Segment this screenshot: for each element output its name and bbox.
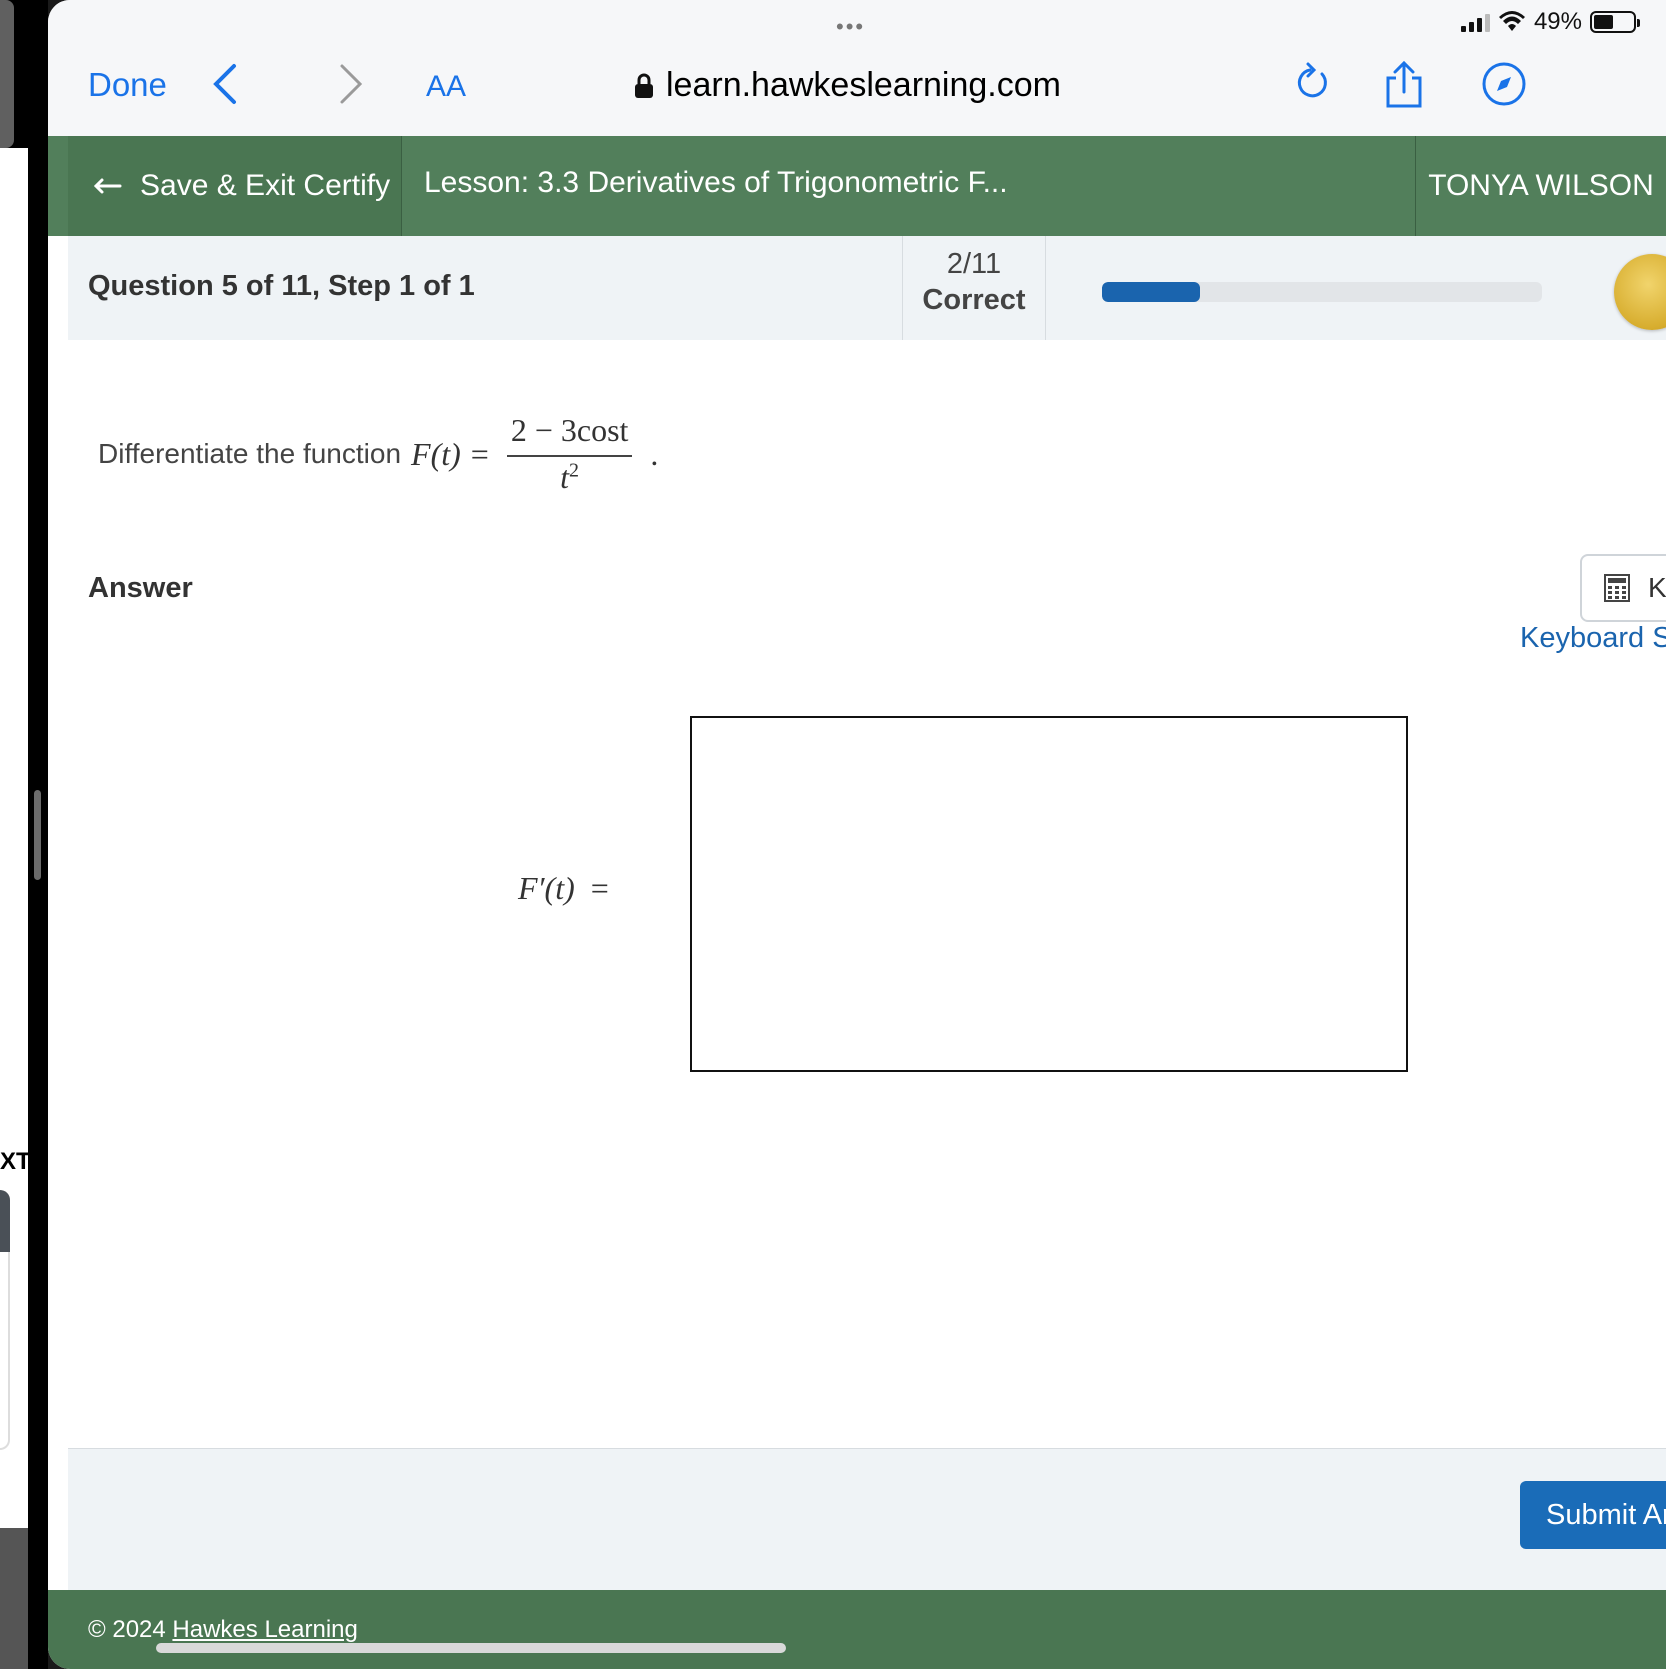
lock-icon <box>635 73 653 98</box>
left-pane-card-header <box>0 1190 10 1252</box>
url-text: learn.hawkeslearning.com <box>666 66 1061 104</box>
safari-window: ••• 49% Done AA learn.hawkeslearning.com… <box>48 0 1666 1669</box>
course-header: Save & Exit Certify Lesson: 3.3 Derivati… <box>48 136 1666 236</box>
answer-lhs-text: F′(t) <box>518 870 575 906</box>
compass-icon[interactable] <box>1480 60 1528 113</box>
question-title: Question 5 of 11, Step 1 of 1 <box>88 270 475 302</box>
question-header: Question 5 of 11, Step 1 of 1 2/11 Corre… <box>68 236 1666 341</box>
progress-bar <box>1102 282 1542 302</box>
keyboard-button[interactable]: K <box>1580 554 1666 622</box>
submit-answer-button[interactable]: Submit Ar <box>1520 1481 1666 1549</box>
score-display: 2/11 Correct <box>902 236 1046 340</box>
back-chevron-icon[interactable] <box>210 60 240 119</box>
status-bar: ••• 49% <box>48 0 1666 46</box>
function-lhs: F(t) <box>411 435 461 472</box>
copyright-symbol: © <box>88 1616 106 1643</box>
answer-input-box[interactable] <box>690 716 1408 1072</box>
answer-equals: = <box>590 870 609 906</box>
copyright: © 2024 Hawkes Learning <box>88 1616 358 1644</box>
question-body: Differentiate the function F(t) = 2 − 3c… <box>68 340 1666 539</box>
answer-label: Answer <box>88 572 193 604</box>
reload-icon[interactable] <box>1292 60 1332 109</box>
cellular-signal-icon <box>1460 12 1490 32</box>
copyright-year: 2024 <box>112 1616 166 1643</box>
answer-section: Answer K Keyboard S F′(t) = <box>68 538 1666 1448</box>
denominator-exponent: 2 <box>569 459 580 482</box>
address-bar[interactable]: learn.hawkeslearning.com <box>634 66 1061 105</box>
keyboard-shortcuts-link[interactable]: Keyboard S <box>1520 622 1666 655</box>
fraction-denominator: t2 <box>560 457 579 496</box>
keyboard-button-text: K <box>1648 572 1666 603</box>
save-exit-label: Save & Exit Certify <box>140 169 391 202</box>
forward-chevron-icon[interactable] <box>336 60 366 119</box>
action-bar: Submit Ar <box>68 1448 1666 1591</box>
split-view-handle[interactable] <box>34 790 41 880</box>
left-split-pane: XT <box>0 0 48 1669</box>
battery-icon <box>1590 11 1640 33</box>
home-indicator[interactable] <box>156 1643 786 1653</box>
status-indicators: 49% <box>1460 8 1640 36</box>
share-icon[interactable] <box>1382 60 1426 115</box>
done-button[interactable]: Done <box>88 66 167 104</box>
lesson-title: Lesson: 3.3 Derivatives of Trigonometric… <box>424 166 1008 199</box>
end-period: . <box>650 435 659 472</box>
left-pane-top <box>0 0 14 148</box>
multitasking-dots[interactable]: ••• <box>836 14 865 40</box>
equals-sign: = <box>470 435 489 472</box>
user-menu[interactable]: TONYA WILSON <box>1415 136 1666 236</box>
text-size-button[interactable]: AA <box>426 70 466 104</box>
left-pane-partial-text: XT <box>0 1148 31 1175</box>
answer-lhs: F′(t) = <box>518 870 609 907</box>
company-link[interactable]: Hawkes Learning <box>172 1616 357 1643</box>
left-pane-bottom <box>0 1528 28 1669</box>
fraction-numerator: 2 − 3cost <box>506 412 633 457</box>
prompt-text: Differentiate the function <box>98 438 402 469</box>
question-prompt: Differentiate the function F(t) = 2 − 3c… <box>98 412 658 496</box>
score-label: Correct <box>922 284 1026 316</box>
save-exit-button[interactable]: Save & Exit Certify <box>68 136 402 236</box>
arrow-left-icon <box>93 178 122 194</box>
score-value: 2/11 <box>946 248 1002 280</box>
denominator-base: t <box>560 459 570 495</box>
wifi-icon <box>1498 11 1525 31</box>
hawk-coin-icon[interactable] <box>1614 254 1666 330</box>
progress-bar-fill <box>1102 282 1200 302</box>
browser-toolbar: Done AA learn.hawkeslearning.com <box>48 46 1666 137</box>
fraction: 2 − 3cost t2 <box>506 412 633 496</box>
calculator-icon <box>1604 574 1630 602</box>
battery-percent: 49% <box>1533 8 1582 35</box>
page-footer: © 2024 Hawkes Learning <box>48 1590 1666 1669</box>
